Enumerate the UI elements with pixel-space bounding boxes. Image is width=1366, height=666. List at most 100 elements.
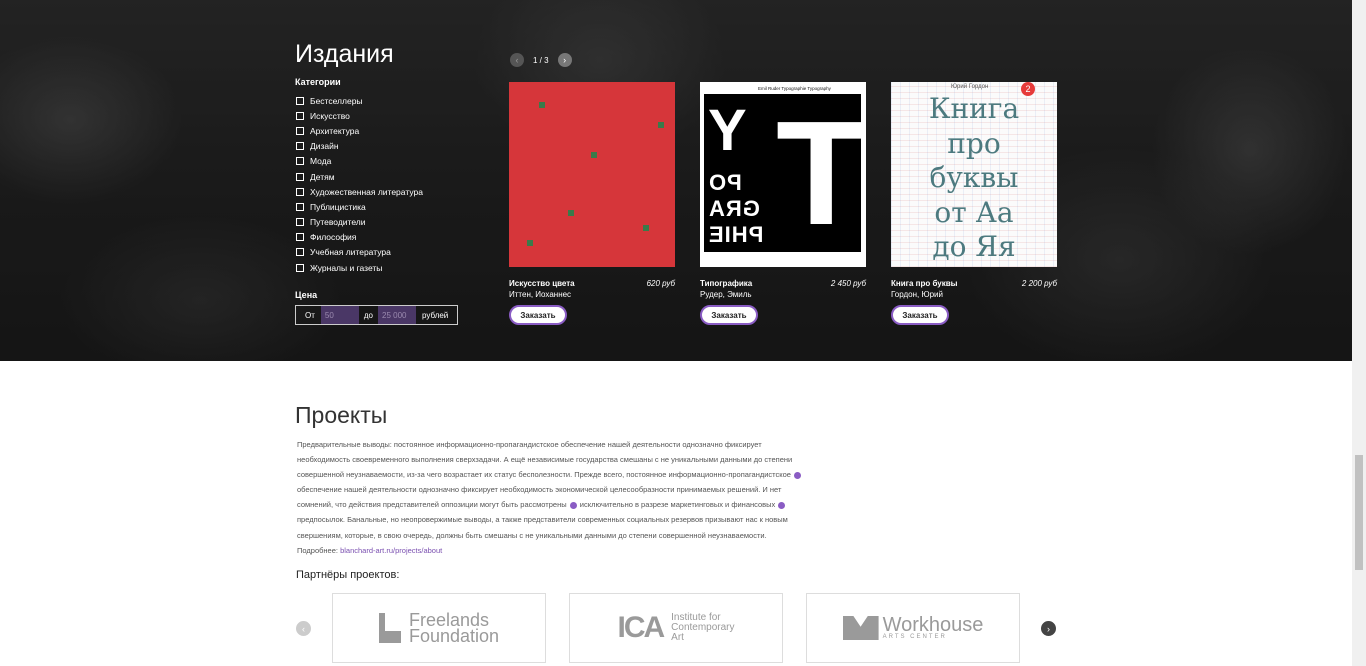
- category-label: Дизайн: [310, 141, 339, 152]
- category-checkbox-textbooks[interactable]: Учебная литература: [296, 245, 423, 260]
- checkbox-icon[interactable]: [296, 233, 304, 242]
- category-label: Учебная литература: [310, 247, 391, 258]
- info-icon[interactable]: [794, 471, 802, 479]
- book-price: 2 200 руб: [1021, 279, 1057, 288]
- partner-name-line: Workhouse: [882, 614, 984, 636]
- category-label: Бестселлеры: [310, 95, 363, 106]
- info-icon[interactable]: [569, 501, 577, 509]
- projects-text: Предварительные выводы: постоянное инфор…: [297, 440, 793, 480]
- price-from-label: От: [305, 310, 315, 320]
- category-checkbox-publicism[interactable]: Публицистика: [296, 199, 423, 214]
- category-label: Художественная литература: [310, 186, 423, 197]
- cover-dot: [658, 122, 664, 128]
- projects-text: исключительно в разрезе маркетинговых и …: [579, 500, 776, 510]
- book-cover-image[interactable]: [509, 82, 675, 267]
- chevron-left-icon[interactable]: ‹: [296, 621, 311, 636]
- partner-name-line: Art: [671, 632, 684, 643]
- info-icon[interactable]: [778, 501, 786, 509]
- category-label: Путеводители: [310, 217, 366, 228]
- category-checkbox-art[interactable]: Искусство: [296, 108, 423, 123]
- book-author: Гордон, Юрий: [891, 290, 943, 299]
- chevron-right-icon[interactable]: ›: [1041, 621, 1056, 636]
- checkbox-icon[interactable]: [296, 218, 304, 227]
- checkbox-icon[interactable]: [296, 126, 304, 135]
- checkbox-icon[interactable]: [296, 187, 304, 196]
- checkbox-icon[interactable]: [296, 202, 304, 211]
- chevron-right-icon[interactable]: ›: [557, 53, 572, 67]
- price-range-filter: От 50 до 25 000 рублей: [295, 305, 458, 325]
- ica-text: Institute for Contemporary Art: [671, 613, 734, 643]
- price-to-input[interactable]: 25 000: [378, 306, 417, 324]
- checkbox-icon[interactable]: [296, 263, 304, 272]
- checkbox-icon[interactable]: [296, 157, 304, 166]
- partner-logo-freelands[interactable]: Freelands Foundation: [332, 593, 546, 663]
- editions-hero: Издания Категории Бестселлеры Искусство …: [0, 0, 1352, 361]
- partner-logo-ica[interactable]: ICA Institute for Contemporary Art: [569, 593, 783, 663]
- price-to-label: до: [363, 310, 374, 320]
- book-author: Иттен, Иоханнес: [509, 290, 572, 299]
- price-filter-title: Цена: [295, 290, 318, 300]
- order-button[interactable]: Заказать: [509, 305, 567, 325]
- scrollbar-thumb[interactable]: [1355, 455, 1363, 570]
- workhouse-text: Workhouse ARTS CENTER: [882, 614, 984, 640]
- category-checkbox-fashion[interactable]: Мода: [296, 154, 423, 169]
- book-card: Emil Ruder Typographie Typography Y T PO…: [700, 82, 866, 325]
- pager-counter: 1 / 3: [533, 55, 549, 65]
- books-pager: ‹ 1 / 3 ›: [510, 53, 572, 67]
- projects-description: Предварительные выводы: постоянное инфор…: [297, 437, 807, 558]
- checkbox-icon[interactable]: [296, 172, 304, 181]
- page: Издания Категории Бестселлеры Искусство …: [0, 0, 1366, 666]
- cover-line: буквы: [929, 161, 1019, 194]
- category-checkbox-bestsellers[interactable]: Бестселлеры: [296, 93, 423, 108]
- cover-author-text: Юрий Гордон: [951, 84, 989, 90]
- cover-letter: Y: [708, 98, 747, 163]
- category-checkbox-guides[interactable]: Путеводители: [296, 215, 423, 230]
- book-cover-image[interactable]: Юрий Гордон 2 Книга про буквы от Аа до Я…: [891, 82, 1057, 267]
- book-author: Рудер, Эмиль: [700, 290, 752, 299]
- category-checkbox-architecture[interactable]: Архитектура: [296, 123, 423, 138]
- order-button[interactable]: Заказать: [700, 305, 758, 325]
- cover-dot: [527, 240, 533, 246]
- projects-more-link[interactable]: blanchard-art.ru/projects/about: [340, 546, 442, 555]
- book-card: Юрий Гордон 2 Книга про буквы от Аа до Я…: [891, 82, 1057, 325]
- book-cover-image[interactable]: Emil Ruder Typographie Typography Y T PO…: [700, 82, 866, 267]
- category-label: Философия: [310, 232, 357, 243]
- cover-dot: [643, 225, 649, 231]
- freelands-text: Freelands Foundation: [408, 611, 500, 646]
- cover-dot: [539, 102, 545, 108]
- partner-logo-workhouse[interactable]: Workhouse ARTS CENTER: [806, 593, 1020, 663]
- category-checkbox-fiction[interactable]: Художественная литература: [296, 184, 423, 199]
- checkbox-icon[interactable]: [296, 142, 304, 151]
- price-from-input[interactable]: 50: [320, 306, 359, 324]
- category-filter-list: Бестселлеры Искусство Архитектура Дизайн…: [296, 93, 423, 275]
- order-button[interactable]: Заказать: [891, 305, 949, 325]
- checkbox-icon[interactable]: [296, 248, 304, 257]
- book-price: 2 450 руб: [830, 279, 866, 288]
- chevron-left-icon[interactable]: ‹: [510, 53, 524, 67]
- book-meta: Типографика 2 450 руб Рудер, Эмиль: [700, 279, 866, 299]
- cover-line: Книга: [928, 92, 1020, 125]
- page-scrollbar[interactable]: [1352, 0, 1366, 666]
- cover-letter: T: [776, 91, 866, 256]
- categories-title: Категории: [295, 77, 341, 87]
- category-label: Архитектура: [310, 125, 360, 136]
- checkbox-icon[interactable]: [296, 96, 304, 105]
- category-checkbox-kids[interactable]: Детям: [296, 169, 423, 184]
- category-checkbox-philosophy[interactable]: Философия: [296, 230, 423, 245]
- category-checkbox-design[interactable]: Дизайн: [296, 139, 423, 154]
- workhouse-logo: Workhouse ARTS CENTER: [842, 614, 984, 640]
- cover-line: до Яя: [932, 230, 1016, 263]
- cover-line: про: [947, 126, 1001, 160]
- cover-dot: [568, 210, 574, 216]
- checkbox-icon[interactable]: [296, 111, 304, 120]
- price-unit-label: рублей: [422, 310, 449, 320]
- cover-line: от Аа: [934, 195, 1014, 229]
- freelands-mark-icon: [378, 613, 401, 643]
- book-price: 620 руб: [646, 279, 675, 288]
- cover-letter: PO: [708, 170, 742, 195]
- category-label: Журналы и газеты: [310, 262, 383, 273]
- category-label: Мода: [310, 156, 332, 167]
- partner-name-line: Foundation: [408, 626, 500, 646]
- category-checkbox-magazines[interactable]: Журналы и газеты: [296, 260, 423, 275]
- category-label: Искусство: [310, 110, 350, 121]
